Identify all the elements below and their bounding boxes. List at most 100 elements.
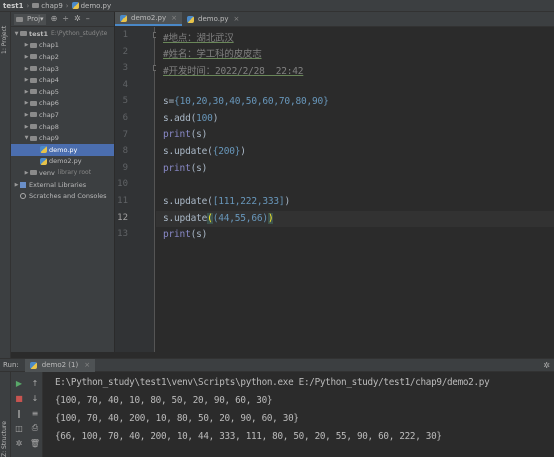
project-view-label: Proj▾ <box>27 15 44 23</box>
console-output[interactable]: E:\Python_study\test1\venv\Scripts\pytho… <box>43 372 554 457</box>
line-number: 9 <box>122 162 128 173</box>
folder-icon <box>30 77 37 83</box>
chevron-right-icon[interactable]: ▶ <box>23 42 30 48</box>
tree-item[interactable]: demo2.py <box>11 156 114 168</box>
code-token: s.add( <box>163 113 197 124</box>
breadcrumb-item-file[interactable]: demo.py <box>71 2 111 10</box>
project-tool-tab[interactable]: 1: Project <box>1 16 10 54</box>
tree-item[interactable]: ▶ chap1 <box>11 40 114 52</box>
tree-item[interactable]: ▶ chap3 <box>11 63 114 75</box>
settings-icon[interactable]: ✲ <box>14 438 24 448</box>
structure-tool-tab[interactable]: Z: Structure <box>1 417 10 457</box>
chevron-down-icon[interactable]: ▼ <box>23 135 30 141</box>
tab-label: demo.py <box>198 15 229 23</box>
chevron-right-icon[interactable]: ▶ <box>23 54 30 60</box>
breadcrumb-label: chap9 <box>41 1 63 10</box>
gear-icon[interactable]: ✲ <box>543 361 550 370</box>
run-config-tab[interactable]: demo2 (1) × <box>24 358 96 372</box>
line-number: 2 <box>122 46 128 57</box>
line-number: 6 <box>122 113 128 123</box>
tree-item-label: Scratches and Consoles <box>29 192 107 201</box>
minimize-icon[interactable]: – <box>86 15 90 23</box>
console-line: {66, 100, 70, 40, 200, 10, 44, 333, 111,… <box>55 431 442 442</box>
code-line-5: s={10,20,30,40,50,60,70,80,90} <box>163 96 329 107</box>
tree-item[interactable]: ▶ chap4 <box>11 74 114 86</box>
left-tool-strip: 1: Project Z: Structure <box>0 12 11 457</box>
dump-threads-icon[interactable]: ◫ <box>14 423 24 433</box>
tree-item[interactable]: ▶ chap2 <box>11 51 114 63</box>
tree-item[interactable]: ▼ test1 E:\Python_study\te <box>11 28 114 40</box>
chevron-right-icon[interactable]: ▶ <box>23 89 30 95</box>
code-line-9: print(s) <box>163 163 207 174</box>
tree-item[interactable]: ▶ External Libraries <box>11 179 114 191</box>
locate-target-icon[interactable]: ⊕ <box>51 15 58 23</box>
chevron-down-icon[interactable]: ▼ <box>13 31 20 37</box>
tree-item[interactable]: ▶ chap8 <box>11 121 114 133</box>
library-icon <box>20 181 26 188</box>
close-icon[interactable]: × <box>234 15 240 23</box>
tree-item[interactable]: ▶ chap5 <box>11 86 114 98</box>
code-token: (s) <box>190 129 208 140</box>
folder-icon <box>30 89 37 95</box>
chevron-right-icon[interactable]: ▶ <box>13 182 20 188</box>
code-token: s.update( <box>163 196 213 207</box>
line-number: 12 <box>117 212 128 223</box>
line-number: 3 <box>122 63 128 74</box>
matched-brace: ) <box>267 213 274 224</box>
line-number: 10 <box>117 179 128 190</box>
line-number: 5 <box>122 96 128 107</box>
stop-icon[interactable]: ■ <box>14 393 24 403</box>
chevron-right-icon[interactable]: ▶ <box>23 100 30 106</box>
breadcrumb-item-folder[interactable]: chap9 <box>32 1 63 10</box>
chevron-right-icon[interactable]: ▶ <box>23 77 30 83</box>
tree-item[interactable]: Scratches and Consoles <box>11 190 114 202</box>
line-number: 4 <box>122 79 128 90</box>
tree-item[interactable]: demo.py <box>11 143 114 156</box>
close-icon[interactable]: × <box>171 14 177 22</box>
line-number-gutter: 1 2 3 4 5 6 7 8 9 10 11 12 13 <box>115 27 159 352</box>
console-line: {100, 70, 40, 200, 10, 80, 50, 20, 90, 6… <box>55 413 299 424</box>
folder-icon <box>30 54 37 60</box>
folder-icon <box>30 124 37 130</box>
breadcrumb-separator: › <box>26 1 30 10</box>
tree-item[interactable]: ▶ venv library root <box>11 167 114 179</box>
gear-icon[interactable]: ✲ <box>74 15 81 23</box>
tree-item-label: chap1 <box>39 41 59 50</box>
line-number: 1 <box>122 30 128 40</box>
collapse-all-icon[interactable]: ÷ <box>62 15 69 23</box>
breadcrumb-item-project[interactable]: test1 <box>3 2 23 10</box>
folder-icon <box>30 100 37 106</box>
soft-wrap-icon[interactable]: ≡ <box>30 408 40 418</box>
tree-item-note: library root <box>57 169 92 177</box>
tab-demo-py[interactable]: demo.py × <box>182 12 244 26</box>
rerun-icon[interactable]: ▶ <box>14 378 24 388</box>
tree-item-label: venv <box>39 168 55 177</box>
chevron-right-icon[interactable]: ▶ <box>23 170 30 176</box>
tree-item[interactable]: ▼ chap9 <box>11 132 114 144</box>
tree-item[interactable]: ▶ chap7 <box>11 109 114 121</box>
python-file-icon <box>71 2 79 9</box>
chevron-right-icon[interactable]: ▶ <box>23 124 30 130</box>
tree-item-label: chap7 <box>39 110 59 119</box>
tree-item-label: chap9 <box>39 134 59 143</box>
code-token: [111,222,333] <box>212 196 285 207</box>
code-token: print <box>163 163 191 174</box>
pause-icon[interactable]: ‖ <box>14 408 24 418</box>
code-token: {200} <box>212 146 241 157</box>
close-icon[interactable]: × <box>84 361 90 369</box>
tree-item-label: test1 <box>29 29 49 38</box>
run-panel-header: Run: demo2 (1) × ✲ <box>0 358 554 372</box>
chevron-right-icon[interactable]: ▶ <box>23 66 30 72</box>
scroll-up-icon[interactable]: ↑ <box>30 378 40 388</box>
delete-icon[interactable]: 🗑 <box>30 438 40 448</box>
tree-item-note: E:\Python_study\te <box>51 30 108 38</box>
tree-item[interactable]: ▶ chap6 <box>11 98 114 110</box>
tab-demo2-py[interactable]: demo2.py × <box>115 12 182 26</box>
run-label: Run: <box>3 361 19 369</box>
project-view-dropdown[interactable]: Proj▾ <box>14 13 46 25</box>
folder-icon <box>20 31 27 37</box>
chevron-right-icon[interactable]: ▶ <box>23 112 30 118</box>
scroll-down-icon[interactable]: ↓ <box>30 393 40 403</box>
print-icon[interactable]: ⎙ <box>30 423 40 433</box>
code-editor[interactable]: #地点：湖北武汉 #姓名：学工科的皮皮志 #开发时间：2022/2/28 22:… <box>156 27 554 352</box>
